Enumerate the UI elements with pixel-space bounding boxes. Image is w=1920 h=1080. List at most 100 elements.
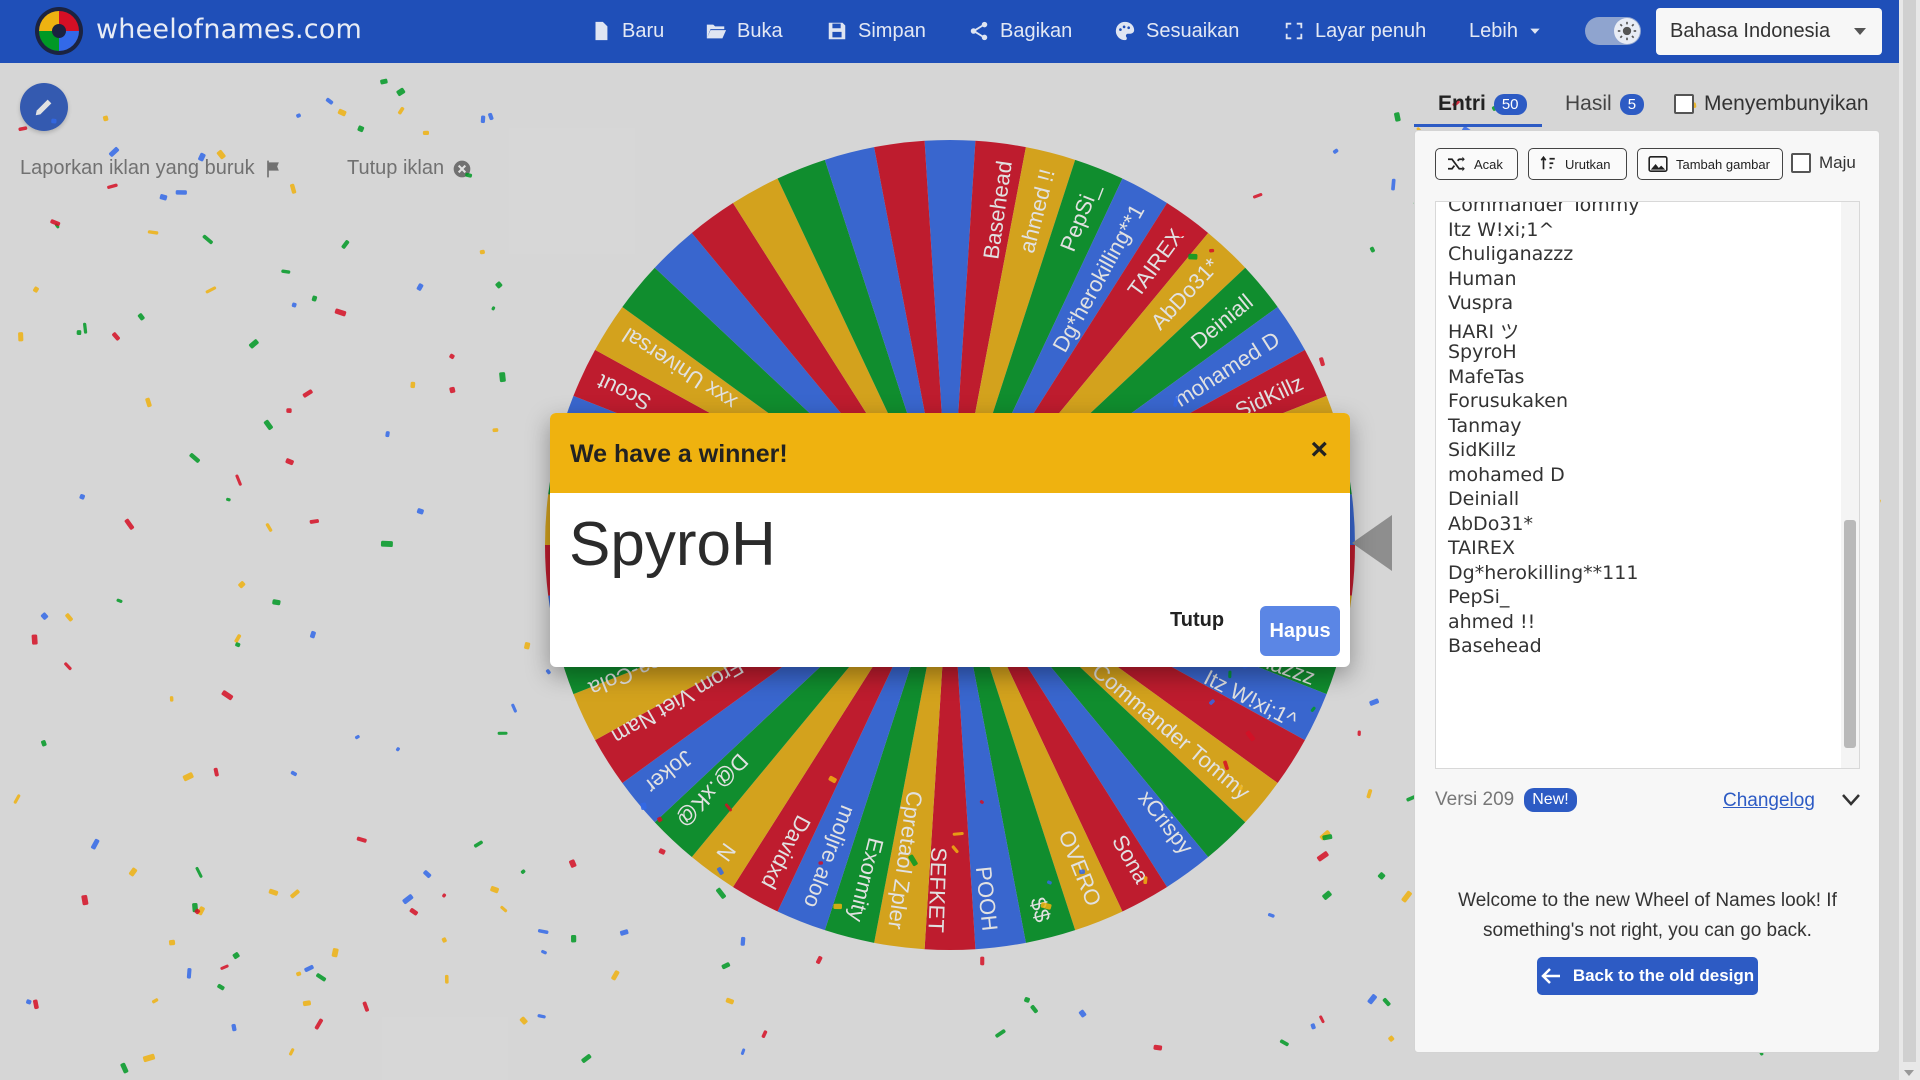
- nav-open-button[interactable]: Buka: [705, 14, 783, 48]
- nav-new-button[interactable]: Baru: [590, 14, 664, 48]
- entry-line[interactable]: Tanmay: [1448, 415, 1522, 437]
- entry-line[interactable]: Human: [1448, 268, 1517, 290]
- changelog-link[interactable]: Changelog: [1723, 790, 1815, 812]
- confetti-piece: [108, 147, 120, 157]
- confetti-piece: [397, 106, 405, 115]
- hide-checkbox-box[interactable]: [1674, 94, 1694, 114]
- scroll-down-icon[interactable]: [1904, 1070, 1914, 1076]
- file-icon: [595, 21, 608, 41]
- entry-line[interactable]: Basehead: [1448, 635, 1542, 657]
- dialog-remove-button[interactable]: Hapus: [1260, 606, 1340, 656]
- hide-checkbox[interactable]: Menyembunyikan: [1674, 92, 1869, 116]
- wheel-label: SEFKET: [923, 847, 951, 933]
- confetti-piece: [281, 269, 291, 274]
- nav-share-button[interactable]: Bagikan: [968, 14, 1072, 48]
- edit-wheel-button[interactable]: [20, 83, 68, 131]
- theme-toggle[interactable]: [1585, 17, 1641, 45]
- entry-line[interactable]: AbDo31*: [1448, 513, 1533, 535]
- nav-new-label: Baru: [622, 19, 665, 42]
- entries-textarea[interactable]: Commander Tommy Itz W!xi;1^ Chuliganazzz Hu…: [1435, 201, 1860, 769]
- entry-line[interactable]: Deiniall: [1448, 488, 1519, 510]
- confetti-piece: [120, 1062, 129, 1074]
- entries-card: Acak Urutkan Tambah gambar Maju Commande…: [1414, 130, 1880, 1053]
- confetti-piece: [479, 249, 485, 255]
- language-select[interactable]: Bahasa Indonesia: [1656, 8, 1882, 55]
- brand-title[interactable]: wheelofnames.com: [96, 14, 362, 45]
- confetti-piece: [740, 1048, 746, 1055]
- confetti-piece: [422, 130, 430, 136]
- confetti-piece: [296, 113, 301, 118]
- confetti-piece: [235, 642, 241, 648]
- entry-line[interactable]: SpyroH: [1448, 341, 1517, 363]
- entries-count-badge: 50: [1493, 93, 1527, 115]
- entry-line[interactable]: HARI ツ: [1448, 317, 1519, 344]
- confetti-piece: [980, 956, 985, 966]
- panel-tabs: Entri 50 Hasil 5 Menyembunyikan: [1414, 78, 1880, 128]
- confetti-piece: [492, 428, 499, 433]
- confetti-piece: [137, 313, 145, 321]
- entries-scrollbar-thumb[interactable]: [1844, 520, 1856, 748]
- tab-entries[interactable]: Entri 50: [1438, 92, 1527, 116]
- entry-line[interactable]: MafeTas: [1448, 366, 1524, 388]
- dialog-close-button[interactable]: Tutup: [1170, 609, 1224, 632]
- entry-line[interactable]: TAIREX: [1448, 537, 1515, 559]
- confetti-piece: [1394, 112, 1401, 122]
- back-to-old-design-button[interactable]: Back to the old design: [1537, 957, 1758, 995]
- confetti-piece: [402, 894, 414, 905]
- page-scrollbar[interactable]: [1899, 0, 1920, 1080]
- entry-line[interactable]: Dg*herokilling**111: [1448, 562, 1638, 584]
- sort-label: Urutkan: [1565, 156, 1611, 172]
- logo-icon[interactable]: [34, 6, 84, 56]
- confetti-piece: [182, 772, 194, 782]
- entry-line[interactable]: Chuliganazzz: [1448, 243, 1573, 265]
- close-icon[interactable]: ×: [1310, 433, 1328, 467]
- confetti-piece: [220, 964, 229, 970]
- sort-button[interactable]: Urutkan: [1528, 148, 1627, 180]
- confetti-piece: [268, 888, 279, 896]
- entry-line[interactable]: PepSi_: [1448, 586, 1509, 608]
- close-ad-link[interactable]: Tutup iklan: [347, 157, 472, 180]
- top-bar: wheelofnames.com Baru Buka Simpan Bagika…: [0, 0, 1899, 63]
- back-button-label: Back to the old design: [1572, 966, 1755, 985]
- nav-save-button[interactable]: Simpan: [826, 14, 926, 48]
- chevron-down-icon[interactable]: [1841, 793, 1861, 807]
- confetti-piece: [341, 240, 350, 249]
- advanced-checkbox[interactable]: Maju: [1791, 153, 1856, 173]
- entry-line[interactable]: SidKillz: [1448, 439, 1516, 461]
- confetti-piece: [449, 353, 455, 360]
- add-image-label: Tambah gambar: [1676, 156, 1770, 172]
- tab-results[interactable]: Hasil 5: [1565, 92, 1645, 116]
- confetti-piece: [1366, 789, 1373, 799]
- report-ad-link[interactable]: Laporkan iklan yang buruk: [20, 157, 283, 180]
- confetti-piece: [491, 306, 496, 311]
- confetti-piece: [18, 332, 24, 342]
- confetti-piece: [64, 662, 72, 671]
- advanced-checkbox-box[interactable]: [1791, 153, 1811, 173]
- nav-customize-button[interactable]: Sesuaikan: [1114, 14, 1239, 48]
- entry-line[interactable]: mohamed D: [1448, 464, 1565, 486]
- confetti-piece: [1401, 890, 1412, 903]
- entry-line[interactable]: Forusukaken: [1448, 390, 1568, 412]
- entry-line[interactable]: Vuspra: [1448, 292, 1513, 314]
- confetti-piece: [195, 866, 203, 878]
- entry-line[interactable]: Itz W!xi;1^: [1448, 219, 1554, 241]
- page-scrollbar-thumb[interactable]: [1903, 0, 1916, 1062]
- confetti-piece: [231, 1023, 237, 1032]
- confetti-piece: [13, 794, 21, 804]
- entry-line[interactable]: ahmed !!: [1448, 611, 1535, 633]
- tab-entries-label: Entri: [1438, 92, 1486, 115]
- nav-fullscreen-button[interactable]: Layar penuh: [1283, 14, 1426, 48]
- confetti-piece: [1153, 1044, 1163, 1051]
- add-image-button[interactable]: Tambah gambar: [1637, 148, 1783, 180]
- confetti-piece: [169, 696, 174, 702]
- confetti-piece: [1319, 1015, 1325, 1024]
- nav-more-button[interactable]: Lebih: [1469, 14, 1542, 48]
- confetti-piece: [1369, 246, 1375, 253]
- shuffle-button[interactable]: Acak: [1435, 148, 1518, 180]
- results-count-badge: 5: [1619, 93, 1645, 115]
- confetti-piece: [238, 581, 246, 589]
- entries-scrollbar[interactable]: [1841, 202, 1859, 768]
- confetti-piece: [124, 518, 135, 530]
- entry-line[interactable]: Commander Tommy: [1448, 202, 1639, 216]
- confetti-piece: [537, 1014, 546, 1019]
